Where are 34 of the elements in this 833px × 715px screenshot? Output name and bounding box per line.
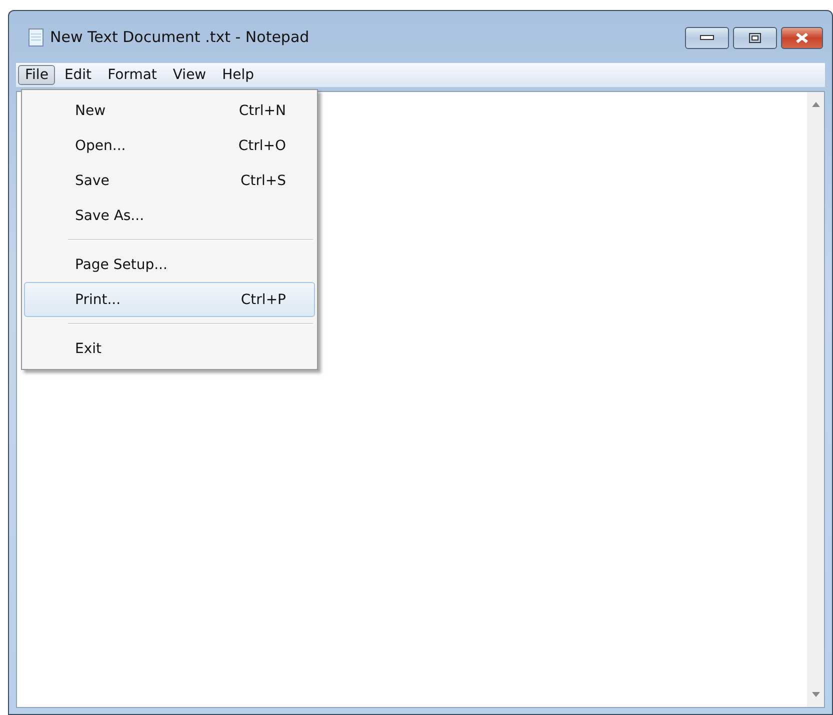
entry-label: Exit: [75, 340, 103, 356]
menu-item[interactable]: File: [18, 65, 56, 85]
close-icon: [795, 32, 809, 44]
entry-label: Page Setup...: [75, 256, 168, 272]
scrollbar[interactable]: [807, 92, 824, 707]
entry-shortcut: Ctrl+N: [238, 102, 286, 118]
entry-shortcut: Ctrl+S: [240, 172, 286, 188]
notepad-icon: [28, 27, 44, 47]
menu-item[interactable]: Edit: [57, 65, 99, 85]
menu-item[interactable]: Format: [100, 65, 164, 85]
menu-entry[interactable]: Exit: [24, 331, 315, 366]
menu-entry[interactable]: Open... Ctrl+O: [24, 128, 315, 163]
minimize-button[interactable]: [685, 27, 729, 49]
menu-item[interactable]: View: [166, 65, 214, 85]
entry-shortcut: Ctrl+P: [240, 292, 286, 308]
minimize-icon: [700, 35, 714, 41]
entry-label: Save: [75, 172, 110, 188]
entry-label: Save As...: [75, 208, 146, 224]
window-title: New Text Document .txt - Notepad: [50, 28, 310, 46]
scroll-down-icon[interactable]: [812, 692, 820, 697]
menu-item[interactable]: Help: [215, 65, 262, 85]
menu-entry[interactable]: Save Ctrl+S: [24, 163, 315, 198]
entry-label: Print...: [75, 292, 122, 308]
scroll-up-icon[interactable]: [812, 102, 820, 107]
menu-entry[interactable]: Page Setup...: [24, 247, 315, 282]
entry-shortcut: Ctrl+O: [238, 138, 286, 154]
entry-label: Open...: [75, 138, 127, 154]
close-button[interactable]: [781, 27, 823, 49]
maximize-button[interactable]: [733, 27, 777, 49]
entry-label: New: [75, 102, 107, 118]
menu-entry[interactable]: Save As...: [24, 198, 315, 233]
menu-entry[interactable]: Print... Ctrl+P: [24, 282, 315, 317]
maximize-icon: [749, 33, 761, 43]
menu-entry[interactable]: New Ctrl+N: [24, 93, 315, 128]
